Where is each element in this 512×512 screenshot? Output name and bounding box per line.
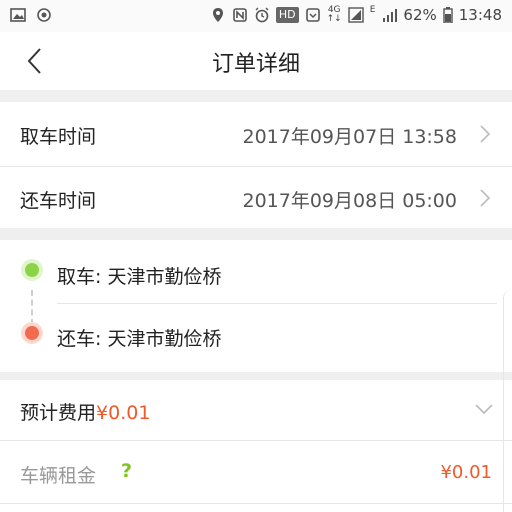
- location-section: [0, 240, 512, 372]
- return-time-value: 2017年09月08日 05:00: [242, 190, 457, 212]
- rent-fee-row: 车辆租金 ? ¥0.01: [0, 441, 512, 503]
- return-time-label: 还车时间: [20, 190, 97, 212]
- battery-icon: [443, 7, 453, 23]
- chevron-right-icon: [480, 189, 491, 207]
- location-icon: [212, 8, 223, 22]
- estimated-fee-value: ¥0.01: [96, 402, 151, 424]
- pickup-time-row[interactable]: 取车时间 2017年09月07日 13:58: [0, 102, 512, 166]
- page-title: 订单详细: [211, 52, 300, 77]
- route-connector: [31, 290, 33, 325]
- network-4g-arrows: ↑↓: [326, 14, 342, 24]
- pickup-time-value: 2017年09月07日 13:58: [242, 126, 457, 148]
- chevron-right-icon: [480, 125, 491, 143]
- estimated-fee: 预计费用¥0.01: [20, 398, 150, 425]
- signal-icon: [348, 7, 364, 23]
- pickup-dot: [21, 259, 43, 281]
- gallery-icon: [10, 8, 26, 22]
- section-gap: [0, 228, 512, 240]
- location-divider: [57, 303, 497, 304]
- return-dot-inner: [25, 326, 39, 340]
- status-bar: HD 4G ↑↓ E 62% 13:48: [0, 0, 512, 32]
- pickup-time-label: 取车时间: [20, 126, 97, 148]
- estimated-fee-label: 预计费用: [20, 402, 97, 424]
- return-location: 还车: 天津市勤俭桥: [57, 328, 222, 350]
- status-time: 13:48: [458, 6, 502, 24]
- header: 订单详细: [0, 32, 512, 90]
- status-bar-right: HD 4G ↑↓ E 62% 13:48: [210, 6, 502, 24]
- pickup-dot-inner: [25, 263, 39, 277]
- battery-percent: 62%: [403, 6, 437, 24]
- rent-fee-value: ¥0.01: [440, 462, 492, 483]
- nfc-icon: [233, 8, 247, 22]
- chevron-down-icon[interactable]: [474, 402, 494, 416]
- estimated-fee-row[interactable]: 预计费用¥0.01: [0, 380, 512, 440]
- signal-icon: [383, 9, 398, 22]
- return-time-row[interactable]: 还车时间 2017年09月08日 05:00: [0, 167, 512, 228]
- return-dot: [21, 322, 43, 344]
- status-bar-left: [10, 7, 52, 23]
- hd-badge: HD: [275, 7, 299, 23]
- alarm-icon: [255, 7, 269, 23]
- sync-icon: [37, 8, 51, 22]
- rent-fee-label: 车辆租金: [20, 465, 97, 487]
- network-4g-indicator: 4G ↑↓: [327, 6, 342, 24]
- scroll-indicator[interactable]: [503, 290, 512, 512]
- section-gap: [0, 372, 512, 380]
- message-icon: [305, 8, 320, 22]
- rent-help-icon[interactable]: ?: [121, 460, 132, 482]
- section-gap: [0, 90, 512, 102]
- order-detail-screen: HD 4G ↑↓ E 62% 13:48 订单详细 取车时间 2017年09月0…: [0, 0, 512, 512]
- network-e-label: E: [369, 5, 376, 15]
- pickup-location: 取车: 天津市勤俭桥: [57, 266, 222, 288]
- row-divider: [0, 503, 512, 504]
